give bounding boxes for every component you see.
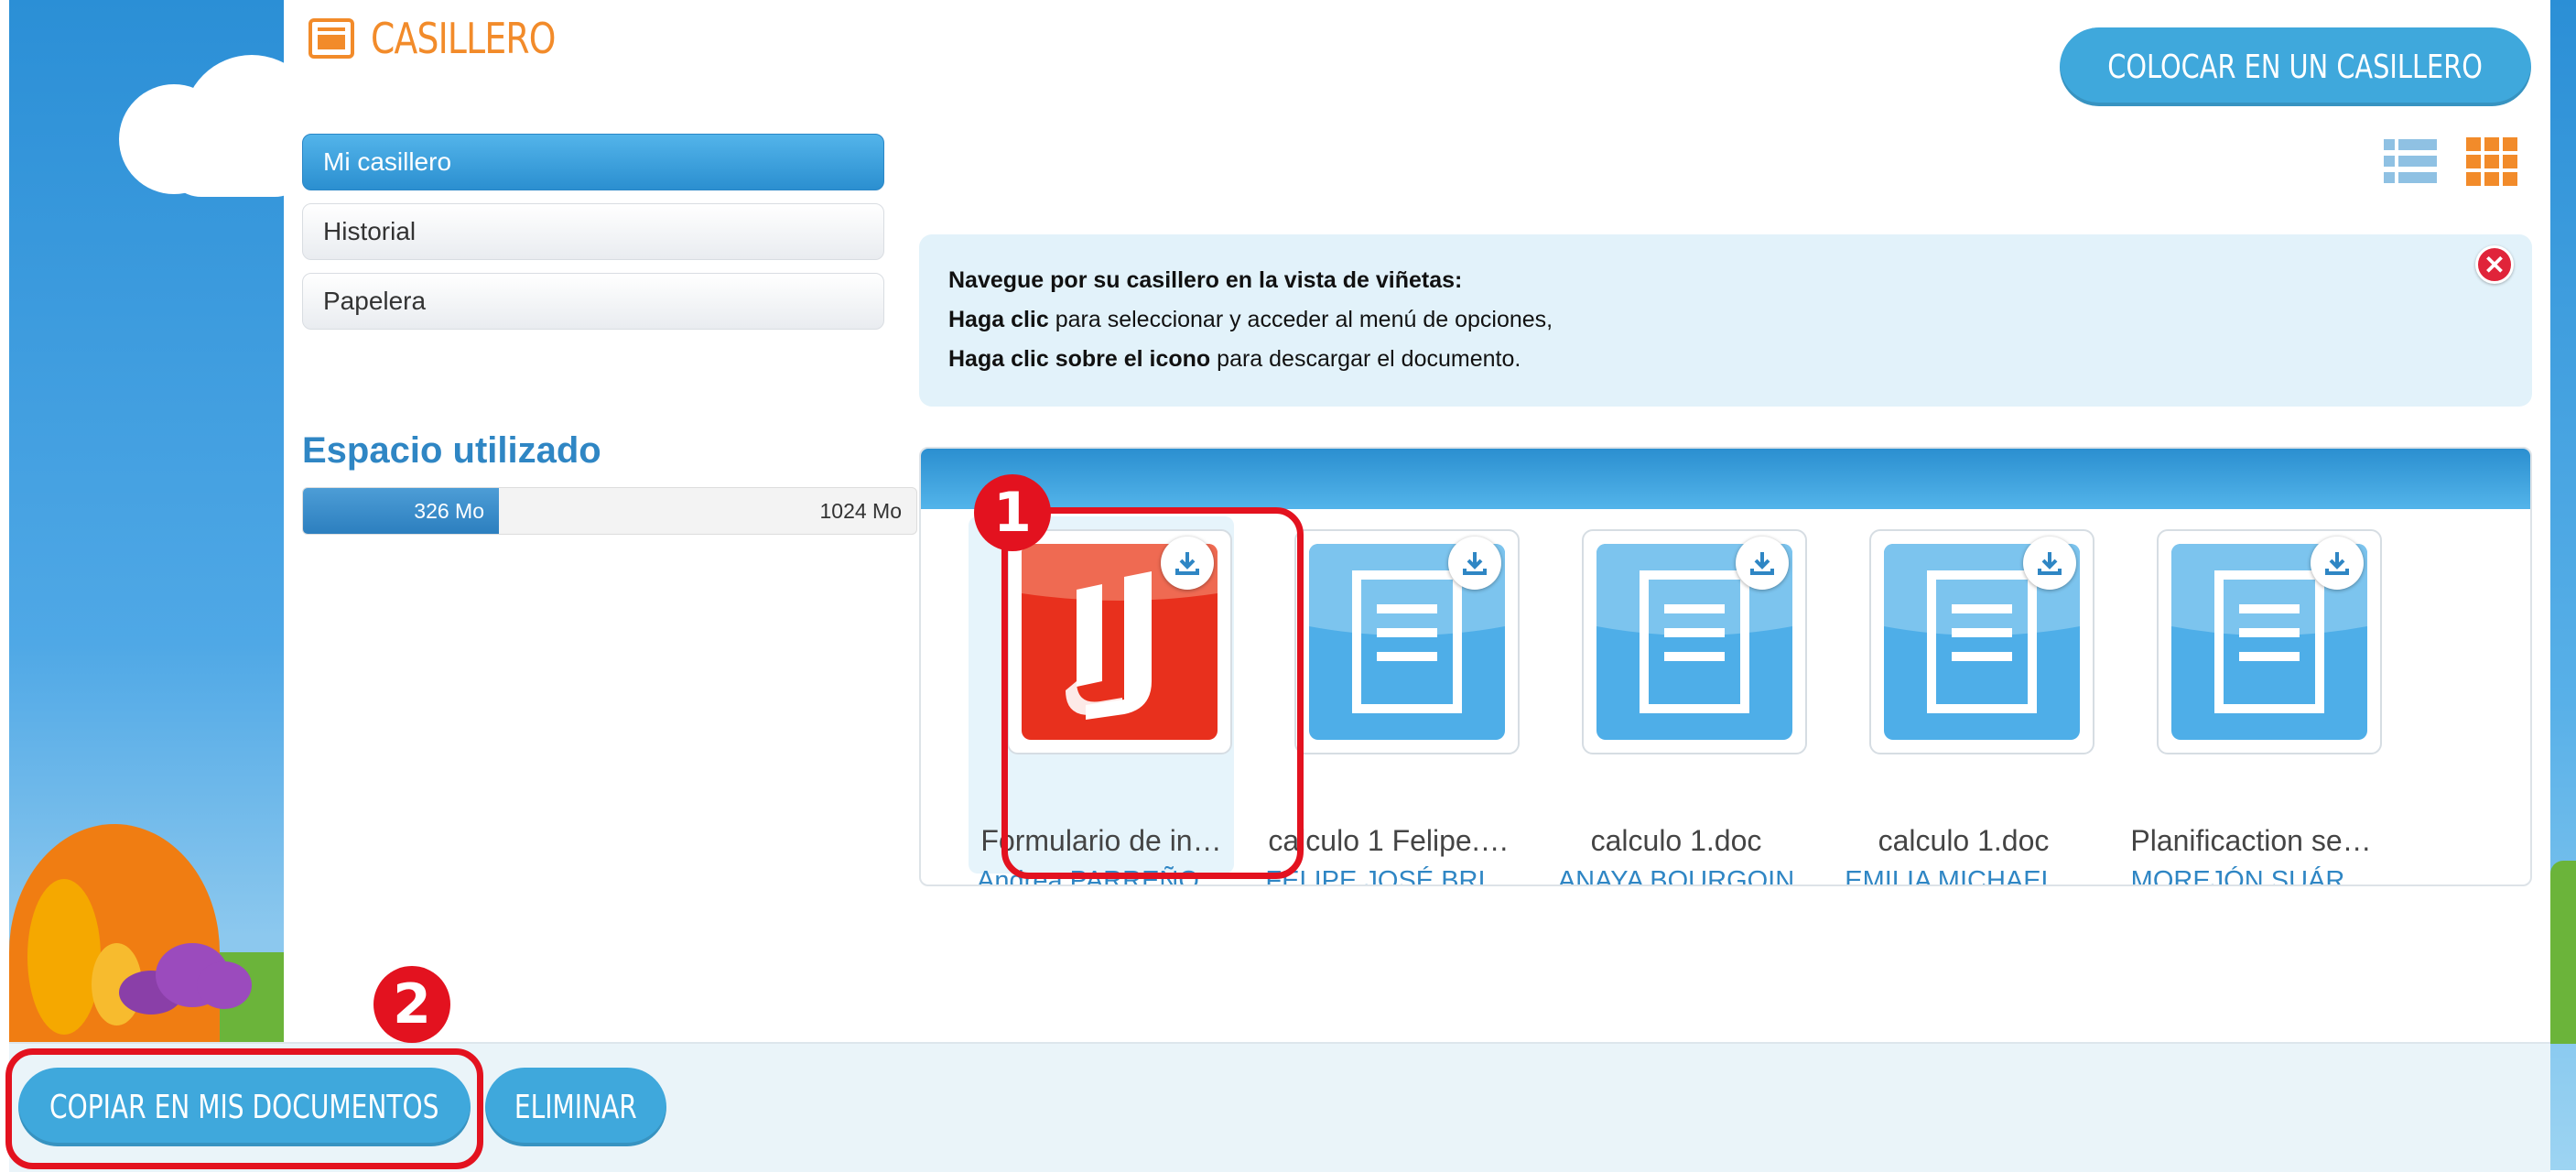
- info-line-3-bold: Haga clic sobre el icono: [948, 346, 1211, 372]
- download-icon[interactable]: [2311, 537, 2364, 590]
- place-in-locker-button[interactable]: COLOCAR EN UN CASILLERO: [2060, 27, 2531, 106]
- grid-view-icon[interactable]: [2464, 136, 2519, 187]
- close-icon[interactable]: ✕: [2475, 245, 2514, 284]
- callout-highlight-1: [1001, 507, 1304, 879]
- download-icon[interactable]: [2023, 537, 2076, 590]
- info-line-3: Haga clic sobre el icono para descargar …: [948, 346, 2503, 372]
- callout-badge-1: 1: [974, 474, 1051, 551]
- background-scene-right: [2550, 0, 2576, 1170]
- callout-highlight-2: [5, 1048, 483, 1169]
- info-line-1: Navegue por su casillero en la vista de …: [948, 267, 2503, 293]
- file-name: calculo 1.doc: [1878, 824, 2050, 857]
- file-owner: ANAYA BOURGOIN: [1557, 866, 1795, 886]
- file-card[interactable]: Planificaction se… MOREJÓN SUÁR…: [2118, 516, 2384, 884]
- space-total: 1024 Mo: [819, 499, 902, 523]
- info-line-1-text: Navegue por su casillero en la vista de …: [948, 267, 1463, 293]
- callout-badge-2: 2: [373, 966, 450, 1043]
- info-line-2-rest: para seleccionar y acceder al menú de op…: [1048, 307, 1553, 332]
- locker-icon: [308, 18, 354, 59]
- sidebar-item-mi-casillero[interactable]: Mi casillero: [302, 134, 884, 190]
- info-line-2: Haga clic para seleccionar y acceder al …: [948, 307, 2503, 332]
- download-icon[interactable]: [1736, 537, 1789, 590]
- info-panel: Navegue por su casillero en la vista de …: [919, 234, 2532, 407]
- storage-usage-fill: 326 Mo: [303, 488, 499, 534]
- files-panel-header: [921, 449, 2530, 509]
- storage-usage-bar: 326 Mo 1024 Mo: [302, 487, 917, 535]
- file-thumbnail[interactable]: [1869, 529, 2094, 754]
- place-in-locker-label: COLOCAR EN UN CASILLERO: [2107, 48, 2484, 86]
- download-icon[interactable]: [1448, 537, 1501, 590]
- sidebar-nav: Mi casillero Historial Papelera: [302, 134, 884, 342]
- file-name: calculo 1.doc: [1590, 824, 1762, 857]
- delete-button[interactable]: ELIMINAR: [485, 1068, 666, 1146]
- file-card[interactable]: calculo 1.doc EMILIA MICHAEL…: [1831, 516, 2096, 884]
- info-line-2-bold: Haga clic: [948, 307, 1049, 332]
- background-scene: [0, 0, 284, 1170]
- space-title: Espacio utilizado: [302, 430, 601, 471]
- file-thumbnail[interactable]: [2157, 529, 2382, 754]
- file-name: Planificaction se…: [2130, 824, 2372, 857]
- file-thumbnail[interactable]: [1294, 529, 1520, 754]
- space-used: 326 Mo: [414, 499, 484, 523]
- file-card[interactable]: calculo 1.doc ANAYA BOURGOIN: [1543, 516, 1809, 884]
- file-thumbnail[interactable]: [1582, 529, 1807, 754]
- list-view-icon[interactable]: [2382, 136, 2439, 187]
- file-owner: MOREJÓN SUÁR…: [2130, 866, 2372, 886]
- info-line-3-rest: para descargar el documento.: [1210, 346, 1521, 372]
- file-owner: EMILIA MICHAEL…: [1845, 866, 2083, 886]
- page-title: CASILLERO: [371, 14, 556, 63]
- sidebar-item-papelera[interactable]: Papelera: [302, 273, 884, 330]
- delete-label: ELIMINAR: [514, 1088, 637, 1126]
- page-header: CASILLERO: [307, 11, 596, 66]
- sidebar-item-historial[interactable]: Historial: [302, 203, 884, 260]
